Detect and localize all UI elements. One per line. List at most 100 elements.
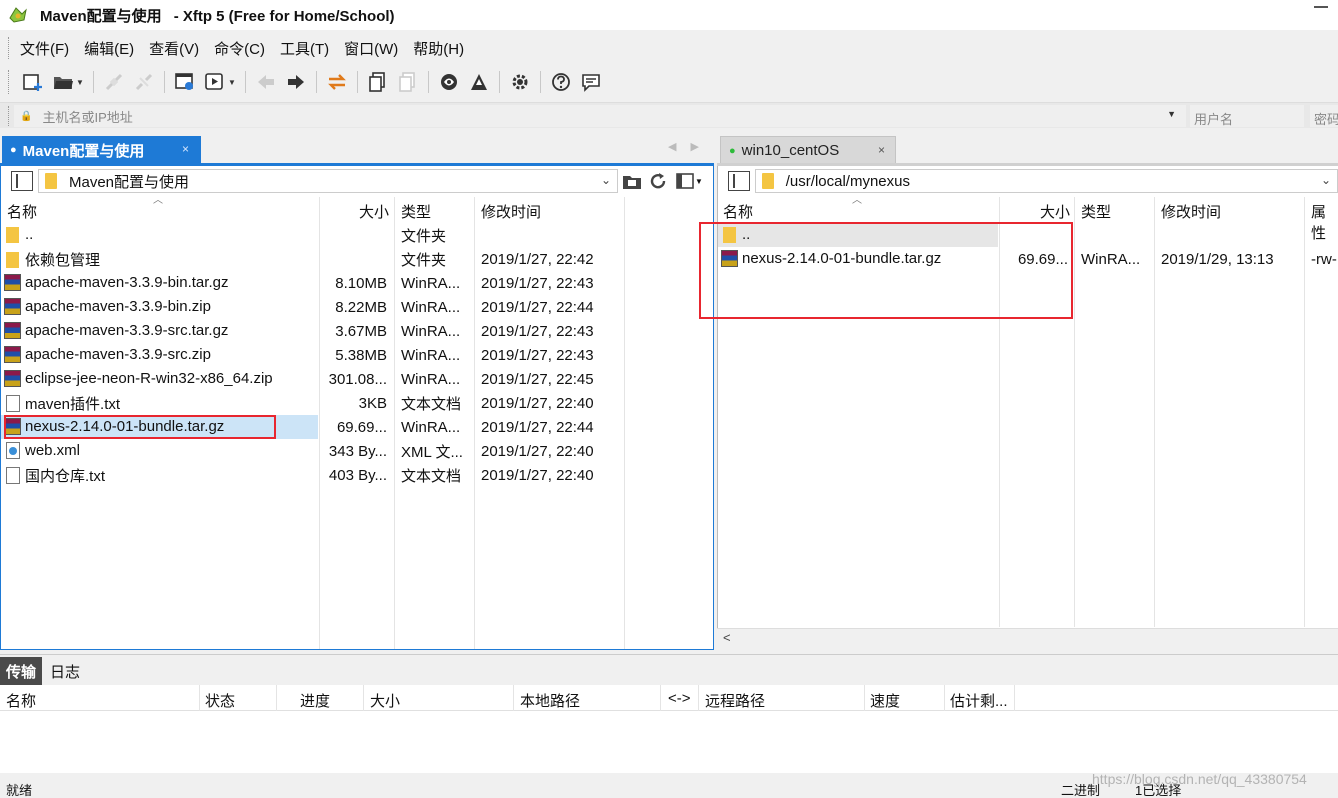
tab-local[interactable]: ● Maven配置与使用 × (2, 136, 201, 164)
col-progress[interactable]: 进度 (300, 690, 330, 711)
host-placeholder: 主机名或IP地址 (42, 109, 133, 125)
col-attributes[interactable]: 属性 (1311, 201, 1338, 243)
forward-button[interactable] (281, 67, 311, 97)
local-path-row: Maven配置与使用 ⌄ ▼ (1, 166, 713, 196)
lock-icon: 🔒 (20, 110, 33, 122)
tab-remote[interactable]: ● win10_centOS × (720, 136, 896, 164)
close-icon[interactable]: × (878, 143, 885, 157)
col-modified[interactable]: 修改时间 (1161, 201, 1221, 222)
chat-icon (582, 74, 600, 92)
open-folder-button[interactable]: ▼ (48, 67, 88, 97)
menu-view[interactable]: 查看(V) (149, 38, 199, 59)
remote-horizontal-scrollbar[interactable]: < (717, 628, 1338, 648)
column-divider (513, 685, 514, 711)
title-bar: Maven配置与使用 - Xftp 5 (Free for Home/School… (0, 0, 1338, 30)
help-button[interactable] (546, 67, 576, 97)
file-row[interactable]: apache-maven-3.3.9-src.tar.gz 3.67MB WinRA… (1, 319, 713, 343)
file-row[interactable]: maven插件.txt 3KB 文本文档 2019/1/27, 22:40 (1, 391, 713, 415)
col-speed[interactable]: 速度 (870, 690, 900, 711)
xmanager-button[interactable] (464, 67, 494, 97)
archive-icon (4, 297, 21, 315)
minimize-button[interactable] (1314, 6, 1328, 8)
username-input[interactable]: 用户名 (1190, 105, 1304, 127)
forward-arrow-icon (288, 75, 304, 89)
col-modified[interactable]: 修改时间 (481, 201, 541, 222)
folder-icon (6, 251, 19, 268)
col-name[interactable]: 名称 (7, 201, 37, 222)
file-row[interactable]: apache-maven-3.3.9-src.zip 5.38MB WinRA...… (1, 343, 713, 367)
chevron-down-icon[interactable]: ▼ (1167, 109, 1176, 119)
col-direction[interactable]: <-> (668, 690, 691, 707)
view-mode-button[interactable]: ▼ (672, 169, 706, 193)
archive-icon (4, 345, 21, 363)
panel-toggle-icon[interactable] (11, 171, 33, 191)
address-bar: 🔒 主机名或IP地址 ▼ 用户名 密码 (0, 102, 1338, 128)
col-name[interactable]: 名称 (723, 201, 753, 222)
chevron-down-icon: ▼ (76, 77, 84, 87)
settings-button[interactable] (505, 67, 535, 97)
file-name-text: apache-maven-3.3.9-src.zip (25, 346, 211, 364)
transfer-button[interactable]: ▼ (200, 67, 240, 97)
file-row[interactable]: web.xml 343 By... XML 文... 2019/1/27, 22:40 (1, 439, 713, 463)
file-row[interactable]: eclipse-jee-neon-R-win32-x86_64.zip 301.0… (1, 367, 713, 391)
close-icon[interactable]: × (182, 142, 189, 156)
col-type[interactable]: 类型 (401, 201, 431, 222)
tab-log[interactable]: 日志 (44, 657, 86, 685)
col-size[interactable]: 大小 (1040, 201, 1070, 222)
archive-icon (4, 321, 21, 339)
remote-path-text: /usr/local/mynexus (785, 172, 910, 190)
file-row[interactable]: 依赖包管理 文件夹 2019/1/27, 22:42 (1, 247, 713, 271)
col-name[interactable]: 名称 (6, 690, 36, 711)
chevron-down-icon[interactable]: ⌄ (601, 173, 611, 187)
tab-transfer[interactable]: 传输 (0, 657, 43, 685)
xftp-app-icon (9, 7, 27, 23)
col-local-path[interactable]: 本地路径 (520, 690, 580, 711)
file-name: 依赖包管理 (4, 249, 100, 270)
file-row[interactable]: apache-maven-3.3.9-bin.tar.gz 8.10MB WinRA… (1, 271, 713, 295)
col-status[interactable]: 状态 (205, 690, 235, 711)
refresh-button[interactable] (646, 169, 670, 193)
col-size[interactable]: 大小 (370, 690, 400, 711)
menu-window[interactable]: 窗口(W) (344, 38, 398, 59)
status-text: 就绪 (6, 783, 33, 798)
file-modified: 2019/1/27, 22:45 (481, 370, 594, 388)
col-remote-path[interactable]: 远程路径 (705, 690, 765, 711)
file-row[interactable]: apache-maven-3.3.9-bin.zip 8.22MB WinRA...… (1, 295, 713, 319)
file-size: 403 By... (328, 466, 387, 484)
sync-icon (328, 74, 346, 90)
toolbar: ▼ ▼ (0, 64, 1338, 100)
menu-command[interactable]: 命令(C) (214, 38, 265, 59)
panel-toggle-icon[interactable] (728, 171, 750, 191)
menu-tools[interactable]: 工具(T) (280, 38, 329, 59)
file-row[interactable]: .. 文件夹 (1, 223, 713, 247)
file-row[interactable]: 国内仓库.txt 403 By... 文本文档 2019/1/27, 22:40 (1, 463, 713, 487)
menu-edit[interactable]: 编辑(E) (84, 38, 134, 59)
toolbar-separator (357, 71, 358, 93)
file-type: 文件夹 (401, 251, 447, 269)
local-path-select[interactable]: Maven配置与使用 ⌄ (38, 169, 618, 193)
properties-button[interactable] (170, 67, 200, 97)
copy-button[interactable] (363, 67, 393, 97)
file-name: 国内仓库.txt (4, 465, 105, 486)
col-type[interactable]: 类型 (1081, 201, 1111, 222)
new-folder-button[interactable] (620, 169, 644, 193)
chevron-down-icon[interactable]: ⌄ (1321, 173, 1331, 187)
menu-help[interactable]: 帮助(H) (413, 38, 464, 59)
file-size: 301.08... (328, 370, 387, 388)
col-size[interactable]: 大小 (359, 201, 389, 222)
file-name: apache-maven-3.3.9-src.zip (4, 345, 211, 364)
file-name-text: 依赖包管理 (25, 251, 101, 269)
transfer-tab-strip: 传输 日志 (0, 654, 1338, 685)
host-input[interactable]: 🔒 主机名或IP地址 ▼ (14, 105, 1186, 127)
tab-scroll-arrows[interactable]: ◀▶ (668, 140, 713, 153)
menu-file[interactable]: 文件(F) (20, 38, 69, 59)
xshell-button[interactable] (434, 67, 464, 97)
sync-button[interactable] (322, 67, 352, 97)
menu-grip (8, 37, 10, 59)
remote-path-select[interactable]: /usr/local/mynexus ⌄ (754, 169, 1338, 193)
password-input[interactable]: 密码 (1310, 105, 1338, 127)
chat-button[interactable] (576, 67, 606, 97)
scroll-left-icon[interactable]: < (723, 630, 731, 645)
new-session-button[interactable] (18, 67, 48, 97)
col-eta[interactable]: 估计剩... (950, 690, 1008, 711)
